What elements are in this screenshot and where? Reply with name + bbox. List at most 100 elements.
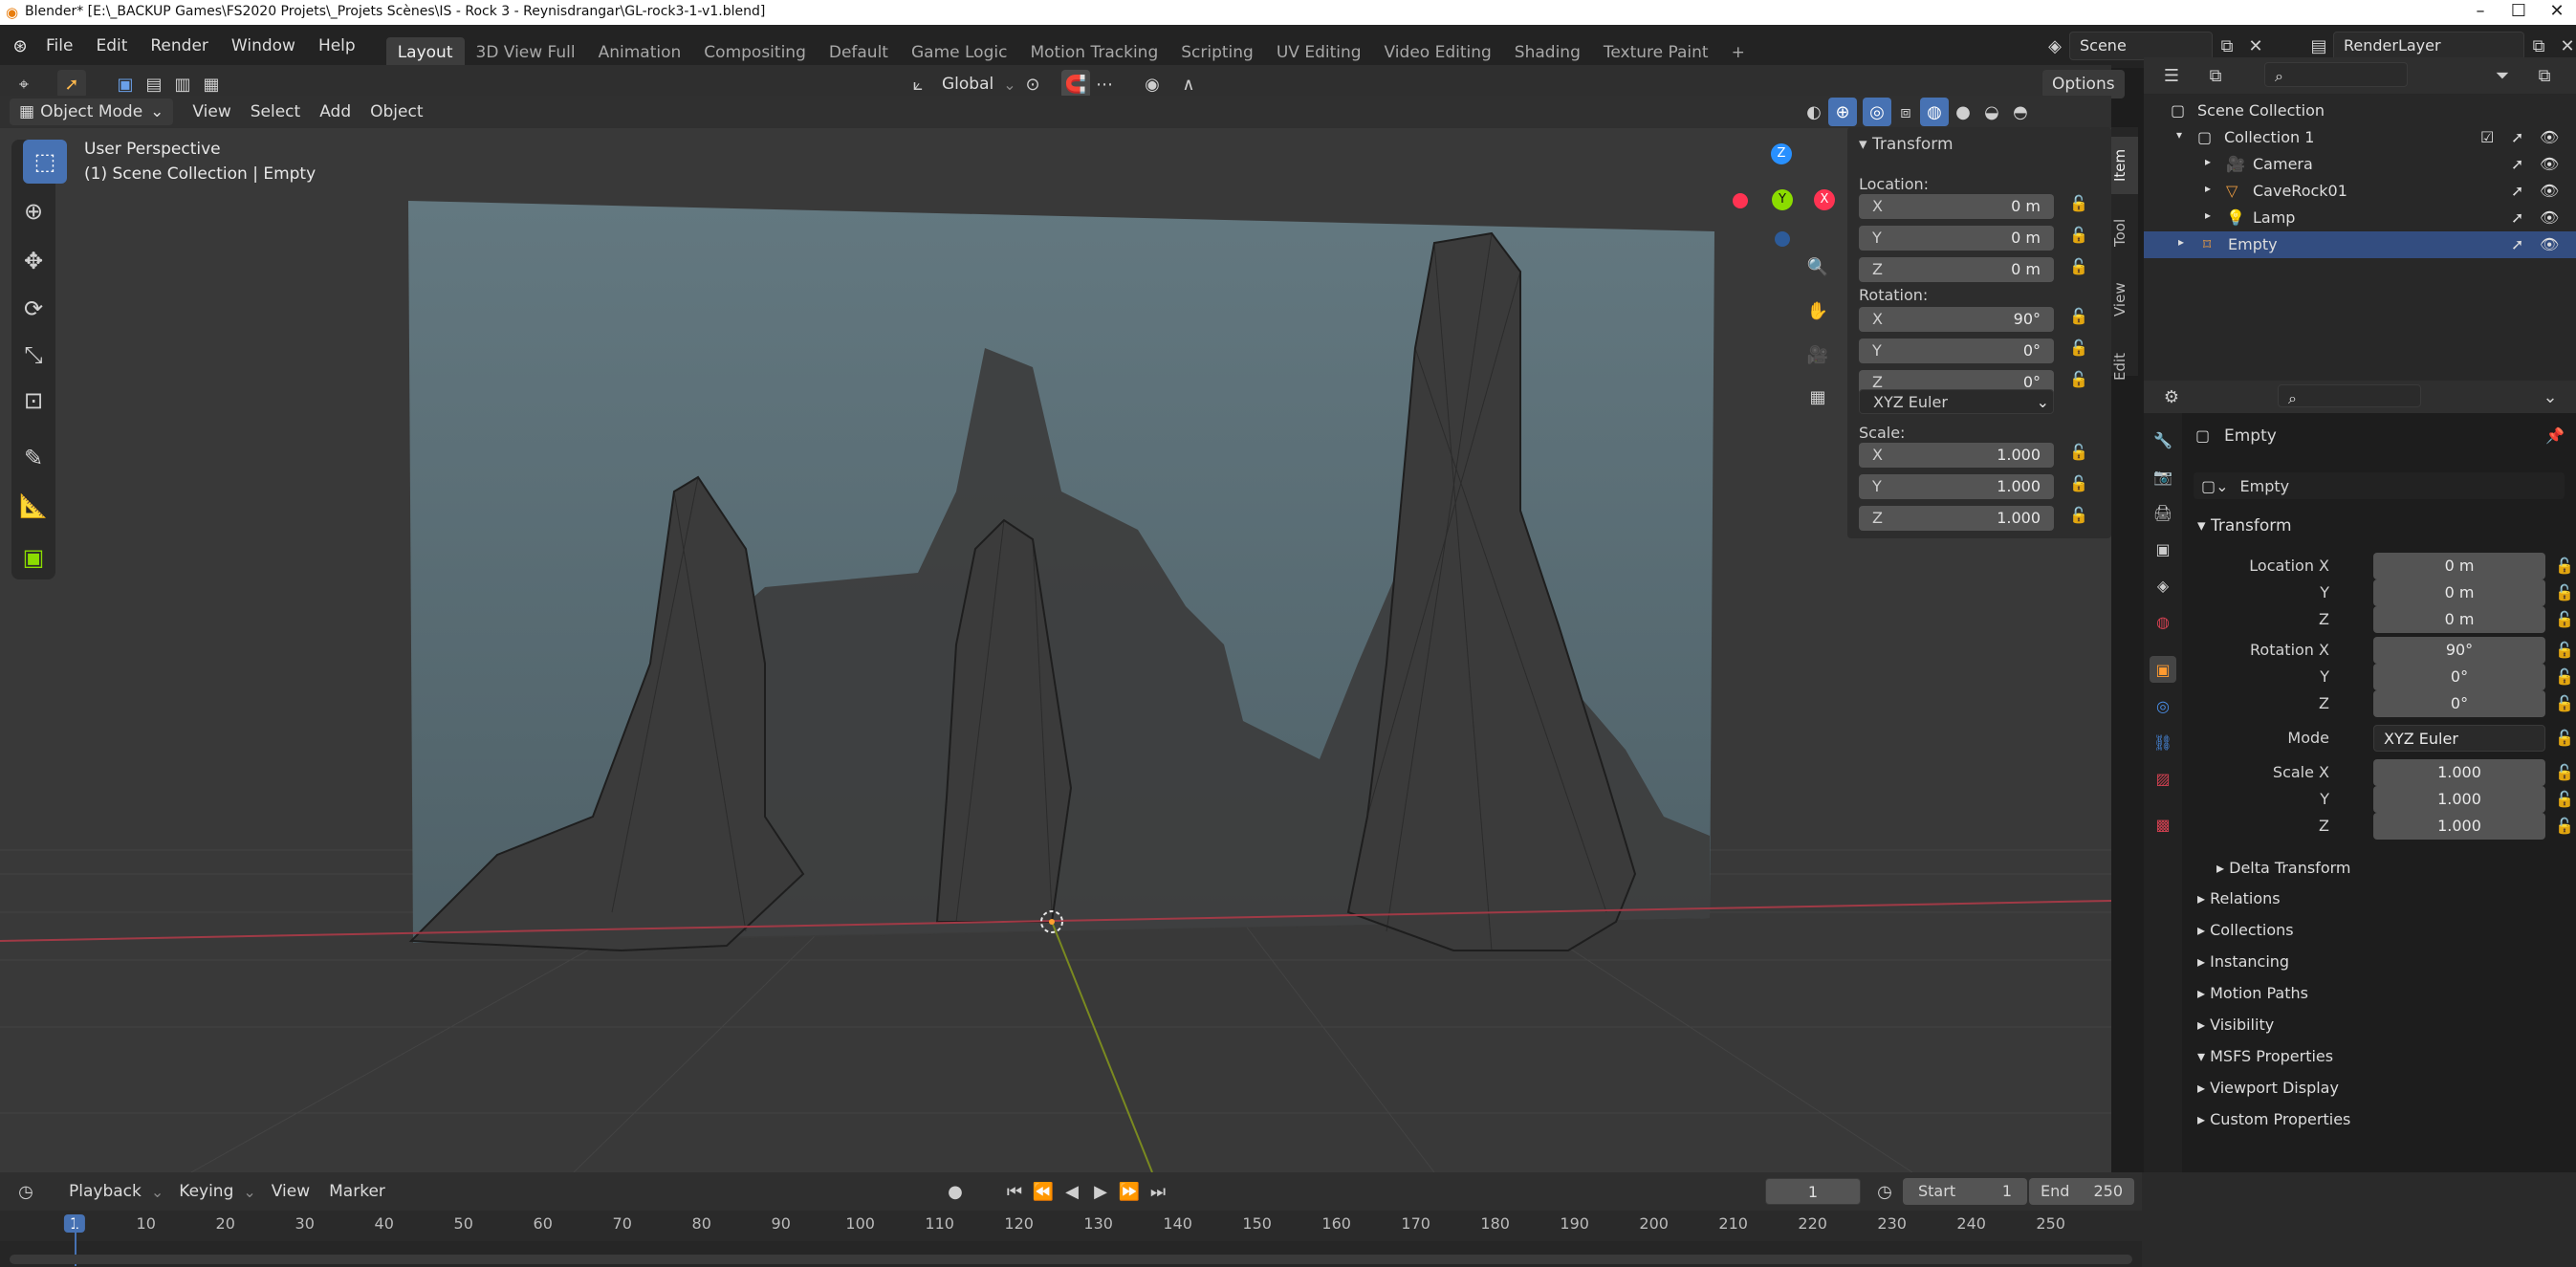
expand-icon[interactable]: ▾ bbox=[2176, 128, 2182, 142]
tab-video-editing[interactable]: Video Editing bbox=[1373, 37, 1503, 68]
timeline-menu-marker[interactable]: Marker bbox=[319, 1177, 395, 1206]
play-reverse-icon[interactable]: ◀ bbox=[1058, 1177, 1086, 1206]
record-icon[interactable]: ● bbox=[941, 1177, 970, 1206]
panel-viewport-display[interactable]: ▸ Viewport Display bbox=[2197, 1075, 2576, 1102]
outliner-collection[interactable]: ▾ ▢ Collection 1 ☑ ➚ 👁 bbox=[2144, 124, 2576, 151]
row-value-field[interactable]: 1.000 bbox=[2373, 759, 2545, 786]
object-tab-icon[interactable]: ▣ bbox=[2150, 656, 2176, 683]
proportional-edit-icon[interactable]: ◉ bbox=[1138, 70, 1167, 98]
outliner-root[interactable]: ▢ Scene Collection bbox=[2144, 98, 2576, 124]
next-keyframe-icon[interactable]: ⏩ bbox=[1115, 1177, 1144, 1206]
sidebar-tab-edit[interactable]: Edit bbox=[2111, 338, 2138, 395]
row-value-field[interactable]: 0° bbox=[2373, 664, 2545, 690]
tab-uv-editing[interactable]: UV Editing bbox=[1265, 37, 1373, 68]
transform-tool[interactable]: ⊡ bbox=[11, 379, 55, 423]
timeline-menu-view[interactable]: View bbox=[262, 1177, 319, 1206]
navigation-gizmo[interactable]: Z Y X bbox=[1721, 138, 1836, 252]
copy-layer-icon[interactable]: ⧉ bbox=[2524, 32, 2553, 60]
snap-target-icon[interactable]: ⋯ bbox=[1090, 70, 1119, 98]
row-value-field[interactable]: 0 m bbox=[2373, 579, 2545, 606]
sidebar-tab-item[interactable]: Item bbox=[2111, 137, 2138, 194]
tab--[interactable]: + bbox=[1720, 37, 1757, 68]
panel-instancing[interactable]: ▸ Instancing bbox=[2197, 949, 2576, 975]
row-value-field[interactable]: 1.000 bbox=[2373, 786, 2545, 813]
expand-icon[interactable]: ▸ bbox=[2205, 155, 2211, 168]
row-value-field[interactable]: 1.000 bbox=[2373, 813, 2545, 840]
solid-shading-icon[interactable]: ● bbox=[1949, 98, 1977, 126]
new-collection-icon[interactable]: ⧉ bbox=[2530, 61, 2559, 90]
eye-icon[interactable]: 👁 bbox=[2540, 155, 2559, 173]
row-value-field[interactable]: 0 m bbox=[2373, 606, 2545, 633]
panel-motion-paths[interactable]: ▸ Motion Paths bbox=[2197, 980, 2576, 1007]
zoom-icon[interactable]: 🔍 bbox=[1803, 252, 1832, 281]
pin-icon[interactable]: 📌 bbox=[2545, 426, 2565, 445]
menu-window[interactable]: Window bbox=[220, 25, 307, 68]
transform-orientation[interactable]: ⟀ Global ⌄ bbox=[904, 70, 1016, 98]
timeline-menu-keying[interactable]: Keying bbox=[169, 1177, 243, 1206]
eye-icon[interactable]: 👁 bbox=[2540, 128, 2559, 146]
tab-scripting[interactable]: Scripting bbox=[1169, 37, 1265, 68]
end-frame-field[interactable]: End 250 bbox=[2029, 1178, 2134, 1205]
annotate-tool[interactable]: ✎ bbox=[11, 436, 55, 480]
texture-tab-icon[interactable]: ▩ bbox=[2150, 811, 2176, 838]
scale-x-field[interactable]: X 1.000 bbox=[1859, 443, 2054, 468]
current-frame-field[interactable]: 1 bbox=[1765, 1178, 1861, 1205]
3d-viewport[interactable]: User Perspective (1) Scene Collection | … bbox=[0, 128, 2111, 1172]
editor-type-icon[interactable]: ⌖ bbox=[10, 70, 38, 98]
measure-tool[interactable]: 📐 bbox=[11, 484, 55, 528]
blender-menu-icon[interactable]: ⊛ bbox=[6, 33, 34, 61]
outliner-search-input[interactable]: ⌕ bbox=[2264, 62, 2408, 87]
orientation-label[interactable]: Global bbox=[932, 70, 1003, 98]
world-tab-icon[interactable]: ◍ bbox=[2150, 608, 2176, 635]
expand-icon[interactable]: ▸ bbox=[2205, 182, 2211, 195]
select-arrow-icon[interactable]: ➚ bbox=[2511, 208, 2523, 227]
row-value-field[interactable]: 90° bbox=[2373, 637, 2545, 664]
lock-icon[interactable]: 🔓 bbox=[2067, 339, 2090, 363]
material-shading-icon[interactable]: ◒ bbox=[1977, 98, 2006, 126]
select-arrow-icon[interactable]: ➚ bbox=[2511, 128, 2523, 146]
outliner-item-camera[interactable]: ▸ 🎥 Camera ➚ 👁 bbox=[2144, 151, 2576, 178]
select-arrow-icon[interactable]: ➚ bbox=[2511, 155, 2523, 173]
lock-icon[interactable]: 🔓 bbox=[2067, 506, 2090, 531]
lock-icon[interactable]: 🔓 bbox=[2555, 817, 2574, 835]
visibility-icon[interactable]: ◐ bbox=[1800, 98, 1828, 126]
menu-edit[interactable]: Edit bbox=[84, 25, 139, 68]
eye-icon[interactable]: 👁 bbox=[2540, 235, 2559, 253]
minimize-icon[interactable]: – bbox=[2461, 0, 2500, 25]
eye-icon[interactable]: 👁 bbox=[2540, 208, 2559, 227]
mode-dropdown[interactable]: ▦ Object Mode ⌄ bbox=[10, 98, 174, 125]
constraints-tab-icon[interactable]: ⛓ bbox=[2150, 729, 2176, 755]
select-tool-icon[interactable]: ➚ bbox=[57, 70, 86, 98]
rendered-shading-icon[interactable]: ◓ bbox=[2006, 98, 2035, 126]
select-new-icon[interactable]: ▣ bbox=[111, 70, 140, 98]
lock-icon[interactable]: 🔓 bbox=[2067, 370, 2090, 395]
jump-start-icon[interactable]: ⏮ bbox=[1000, 1177, 1029, 1206]
outliner-item-empty[interactable]: ▸ ⌑ Empty ➚ 👁 bbox=[2144, 231, 2576, 258]
panel-relations[interactable]: ▸ Relations bbox=[2197, 885, 2576, 912]
scene-field[interactable]: Scene bbox=[2069, 32, 2213, 60]
jump-end-icon[interactable]: ⏭ bbox=[1144, 1177, 1172, 1206]
select-extend-icon[interactable]: ▤ bbox=[140, 70, 168, 98]
outliner-editor-icon[interactable]: ☰ bbox=[2157, 61, 2186, 90]
lock-icon[interactable]: 🔓 bbox=[2067, 257, 2090, 282]
panel-custom-properties[interactable]: ▸ Custom Properties bbox=[2197, 1106, 2576, 1133]
xray-icon[interactable]: ⧈ bbox=[1891, 98, 1920, 126]
pan-hand-icon[interactable]: ✋ bbox=[1803, 296, 1832, 325]
tab-game-logic[interactable]: Game Logic bbox=[900, 37, 1018, 68]
cursor-tool[interactable]: ⊕ bbox=[11, 189, 55, 233]
scale-z-field[interactable]: Z 1.000 bbox=[1859, 506, 2054, 531]
sidebar-tab-view[interactable]: View bbox=[2111, 271, 2138, 328]
start-frame-field[interactable]: Start 1 bbox=[1903, 1178, 2027, 1205]
neg-x-handle[interactable] bbox=[1733, 193, 1748, 208]
lock-icon[interactable]: 🔓 bbox=[2067, 194, 2090, 219]
render-layer-field[interactable]: RenderLayer bbox=[2333, 32, 2524, 60]
options-button[interactable]: Options bbox=[2042, 70, 2125, 98]
location-z-field[interactable]: Z 0 m bbox=[1859, 257, 2054, 282]
viewport-menu-add[interactable]: Add bbox=[310, 98, 360, 126]
timeline-scrollbar[interactable] bbox=[10, 1255, 2132, 1264]
rotation-mode-dropdown[interactable]: XYZ Euler bbox=[2373, 725, 2545, 752]
panel-collections[interactable]: ▸ Collections bbox=[2197, 917, 2576, 944]
lock-icon[interactable]: 🔓 bbox=[2067, 307, 2090, 332]
timeline-editor-icon[interactable]: ◷ bbox=[11, 1177, 40, 1206]
close-layer-icon[interactable]: ✕ bbox=[2553, 32, 2576, 60]
